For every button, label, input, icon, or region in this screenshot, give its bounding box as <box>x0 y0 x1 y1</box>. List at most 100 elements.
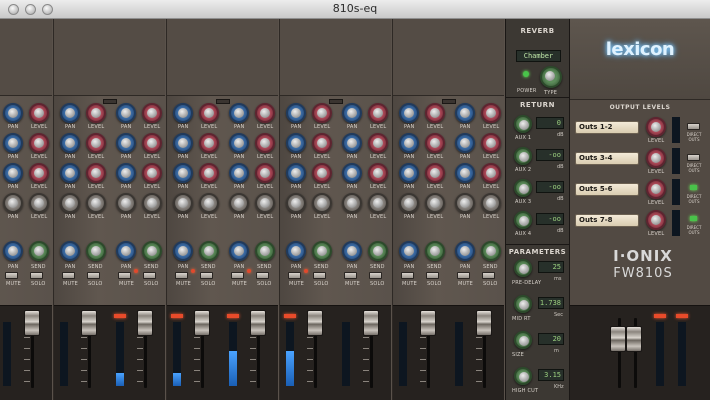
master-fader-right[interactable] <box>626 326 642 352</box>
level-knob[interactable] <box>425 103 445 123</box>
solo-button[interactable] <box>200 272 213 279</box>
aux-return-display[interactable]: -oo <box>536 149 564 161</box>
level-knob[interactable] <box>481 163 501 183</box>
level-knob[interactable] <box>255 133 275 153</box>
pan-knob[interactable] <box>286 133 306 153</box>
mute-button[interactable] <box>62 272 75 279</box>
pan-knob[interactable] <box>342 103 362 123</box>
pan-knob[interactable] <box>399 241 419 261</box>
level-knob[interactable] <box>199 103 219 123</box>
pan-knob[interactable] <box>342 133 362 153</box>
stereo-link-icon[interactable] <box>103 99 117 104</box>
level-knob[interactable] <box>86 133 106 153</box>
channel-fader[interactable] <box>420 310 436 336</box>
pan-knob[interactable] <box>173 163 193 183</box>
parameter-display[interactable]: 25 <box>538 261 564 273</box>
level-knob[interactable] <box>29 103 49 123</box>
aux-return-display[interactable]: -oo <box>536 181 564 193</box>
level-knob[interactable] <box>425 163 445 183</box>
pan-knob[interactable] <box>342 193 362 213</box>
aux-return-knob[interactable] <box>514 115 532 133</box>
pan-knob[interactable] <box>286 193 306 213</box>
pan-knob[interactable] <box>455 163 475 183</box>
pan-knob[interactable] <box>116 133 136 153</box>
stereo-link-icon[interactable] <box>329 99 343 104</box>
output-level-knob[interactable] <box>646 148 666 168</box>
mute-button[interactable] <box>175 272 188 279</box>
send-knob[interactable] <box>29 241 49 261</box>
level-knob[interactable] <box>368 163 388 183</box>
pan-knob[interactable] <box>173 193 193 213</box>
pan-knob[interactable] <box>286 241 306 261</box>
reverb-power-led[interactable] <box>523 71 529 77</box>
level-knob[interactable] <box>86 163 106 183</box>
pan-knob[interactable] <box>399 163 419 183</box>
pan-knob[interactable] <box>3 241 23 261</box>
pan-knob[interactable] <box>60 103 80 123</box>
pan-knob[interactable] <box>399 133 419 153</box>
pan-knob[interactable] <box>116 193 136 213</box>
aux-return-knob[interactable] <box>514 147 532 165</box>
aux-return-display[interactable]: -oo <box>536 213 564 225</box>
pan-knob[interactable] <box>342 163 362 183</box>
channel-fader[interactable] <box>476 310 492 336</box>
parameter-display[interactable]: 3.15 <box>538 369 564 381</box>
pan-knob[interactable] <box>60 133 80 153</box>
output-level-knob[interactable] <box>646 179 666 199</box>
level-knob[interactable] <box>481 103 501 123</box>
mute-button[interactable] <box>288 272 301 279</box>
pan-knob[interactable] <box>229 103 249 123</box>
send-knob[interactable] <box>425 241 445 261</box>
parameter-knob[interactable] <box>514 367 532 385</box>
pan-knob[interactable] <box>399 103 419 123</box>
pan-knob[interactable] <box>455 241 475 261</box>
level-knob[interactable] <box>255 103 275 123</box>
aux-return-display[interactable]: 0 <box>536 117 564 129</box>
level-knob[interactable] <box>142 163 162 183</box>
pan-knob[interactable] <box>455 193 475 213</box>
aux-return-knob[interactable] <box>514 211 532 229</box>
pan-knob[interactable] <box>116 163 136 183</box>
pan-knob[interactable] <box>229 193 249 213</box>
level-knob[interactable] <box>425 133 445 153</box>
channel-fader[interactable] <box>250 310 266 336</box>
stereo-link-icon[interactable] <box>216 99 230 104</box>
level-knob[interactable] <box>199 163 219 183</box>
level-knob[interactable] <box>142 193 162 213</box>
send-knob[interactable] <box>142 241 162 261</box>
pan-knob[interactable] <box>173 103 193 123</box>
send-knob[interactable] <box>368 241 388 261</box>
pan-knob[interactable] <box>60 193 80 213</box>
pan-knob[interactable] <box>3 163 23 183</box>
pan-knob[interactable] <box>229 133 249 153</box>
solo-button[interactable] <box>369 272 382 279</box>
send-knob[interactable] <box>481 241 501 261</box>
parameter-knob[interactable] <box>514 331 532 349</box>
pan-knob[interactable] <box>3 133 23 153</box>
pan-knob[interactable] <box>60 163 80 183</box>
level-knob[interactable] <box>142 103 162 123</box>
mute-button[interactable] <box>118 272 131 279</box>
level-knob[interactable] <box>199 133 219 153</box>
channel-fader[interactable] <box>137 310 153 336</box>
mute-button[interactable] <box>401 272 414 279</box>
level-knob[interactable] <box>86 193 106 213</box>
level-knob[interactable] <box>425 193 445 213</box>
solo-button[interactable] <box>30 272 43 279</box>
level-knob[interactable] <box>86 103 106 123</box>
solo-button[interactable] <box>482 272 495 279</box>
reverb-type-display[interactable]: Chamber <box>516 50 561 62</box>
pan-knob[interactable] <box>60 241 80 261</box>
channel-fader[interactable] <box>24 310 40 336</box>
pan-knob[interactable] <box>342 241 362 261</box>
level-knob[interactable] <box>368 133 388 153</box>
pan-knob[interactable] <box>286 163 306 183</box>
pan-knob[interactable] <box>3 103 23 123</box>
pan-knob[interactable] <box>399 193 419 213</box>
level-knob[interactable] <box>368 103 388 123</box>
reverb-type-knob[interactable] <box>540 66 562 88</box>
level-knob[interactable] <box>312 193 332 213</box>
pan-knob[interactable] <box>173 241 193 261</box>
solo-button[interactable] <box>87 272 100 279</box>
level-knob[interactable] <box>481 133 501 153</box>
